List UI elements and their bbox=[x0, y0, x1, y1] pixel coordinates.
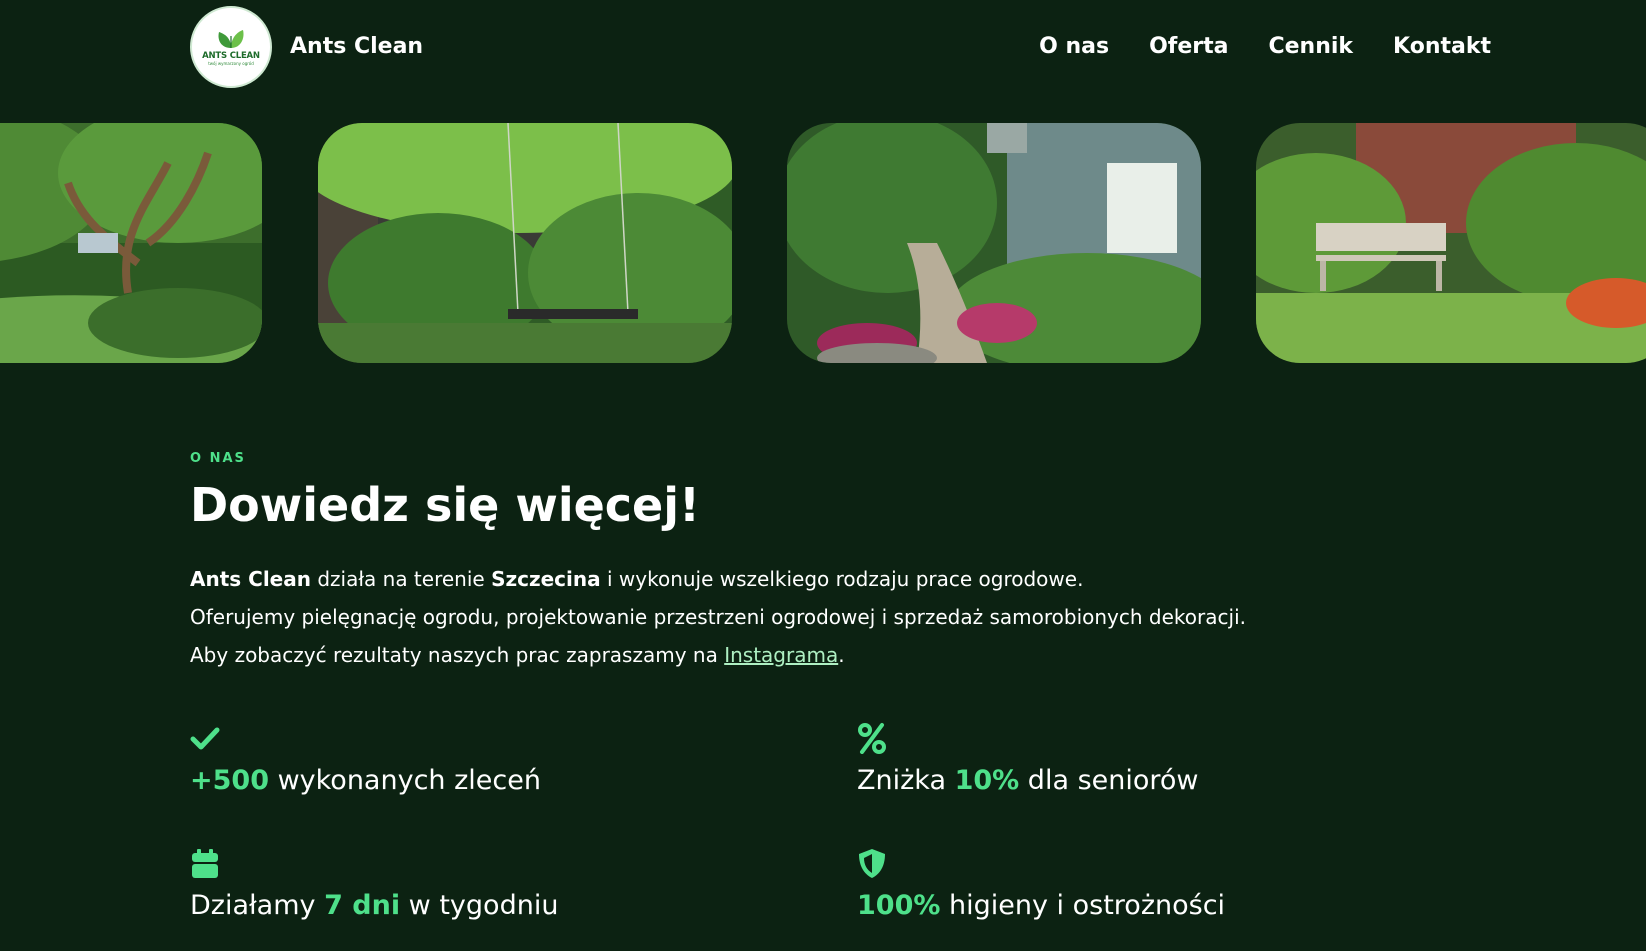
percent-icon bbox=[858, 723, 886, 754]
hygiene-suffix: higieny i ostrożności bbox=[940, 890, 1226, 921]
feature-discount: Zniżka 10% dla seniorów bbox=[857, 722, 1457, 822]
city-name: Szczecina bbox=[491, 567, 601, 591]
features-grid: +500 wykonanych zleceń Zniżka 10% dla se… bbox=[190, 722, 1490, 951]
about-line-1-text-b: i wykonuje wszelkiego rodzaju prace ogro… bbox=[600, 567, 1084, 591]
feature-days: Działamy 7 dni w tygodniu bbox=[190, 847, 790, 947]
about-line-3-suffix: . bbox=[838, 643, 845, 667]
days-value: 7 dni bbox=[324, 890, 401, 921]
shield-icon bbox=[859, 849, 885, 878]
about-line-1: Ants Clean działa na terenie Szczecina i… bbox=[190, 560, 1490, 598]
feature-hygiene-text: 100% higieny i ostrożności bbox=[857, 889, 1457, 923]
about-description: Ants Clean działa na terenie Szczecina i… bbox=[190, 560, 1490, 674]
garden-bench-photo[interactable] bbox=[1256, 123, 1646, 363]
feature-orders-text: +500 wykonanych zleceń bbox=[190, 764, 790, 798]
logo-subtext: twój wymarzony ogród bbox=[208, 61, 254, 67]
nav-link-cennik[interactable]: Cennik bbox=[1268, 33, 1353, 61]
section-heading: Dowiedz się więcej! bbox=[190, 478, 700, 532]
garden-swing-photo[interactable] bbox=[318, 123, 732, 363]
feature-hygiene: 100% higieny i ostrożności bbox=[857, 847, 1457, 947]
discount-value: 10% bbox=[954, 765, 1020, 796]
orders-count: +500 bbox=[190, 765, 269, 796]
logo-text: ANTS CLEAN bbox=[202, 50, 260, 61]
company-name: Ants Clean bbox=[190, 567, 311, 591]
orders-label: wykonanych zleceń bbox=[268, 765, 541, 796]
leaf-icon bbox=[218, 29, 244, 48]
discount-prefix: Zniżka bbox=[857, 765, 955, 796]
about-line-3-text: Aby zobaczyć rezultaty naszych prac zapr… bbox=[190, 643, 725, 667]
feature-orders: +500 wykonanych zleceń bbox=[190, 722, 790, 822]
days-prefix: Działamy bbox=[190, 890, 325, 921]
nav-link-kontakt[interactable]: Kontakt bbox=[1393, 33, 1491, 61]
feature-days-text: Działamy 7 dni w tygodniu bbox=[190, 889, 790, 923]
feature-discount-text: Zniżka 10% dla seniorów bbox=[857, 764, 1457, 798]
photo-gallery bbox=[0, 123, 1646, 363]
section-eyebrow: O NAS bbox=[190, 451, 246, 466]
check-icon bbox=[190, 727, 220, 750]
garden-tree-lawn-photo[interactable] bbox=[0, 123, 262, 363]
about-line-1-text-a: działa na terenie bbox=[310, 567, 492, 591]
about-line-2: Oferujemy pielęgnację ogrodu, projektowa… bbox=[190, 605, 1246, 629]
days-suffix: w tygodniu bbox=[400, 890, 559, 921]
brand-name[interactable]: Ants Clean bbox=[290, 33, 423, 61]
nav-link-o-nas[interactable]: O nas bbox=[1039, 33, 1109, 61]
about-line-3: Aby zobaczyć rezultaty naszych prac zapr… bbox=[190, 636, 1490, 674]
nav-link-oferta[interactable]: Oferta bbox=[1149, 33, 1228, 61]
discount-suffix: dla seniorów bbox=[1019, 765, 1199, 796]
logo[interactable]: ANTS CLEAN twój wymarzony ogród bbox=[190, 6, 272, 88]
garden-path-house-photo[interactable] bbox=[787, 123, 1201, 363]
site-header: ANTS CLEAN twój wymarzony ogród Ants Cle… bbox=[0, 0, 1646, 94]
about-section: O NAS Dowiedz się więcej! Ants Clean dzi… bbox=[190, 450, 1490, 674]
hygiene-value: 100% bbox=[857, 890, 941, 921]
main-nav: O nas Oferta Cennik Kontakt bbox=[1039, 33, 1491, 61]
calendar-icon bbox=[192, 849, 218, 878]
instagram-link[interactable]: Instagrama bbox=[724, 643, 838, 667]
